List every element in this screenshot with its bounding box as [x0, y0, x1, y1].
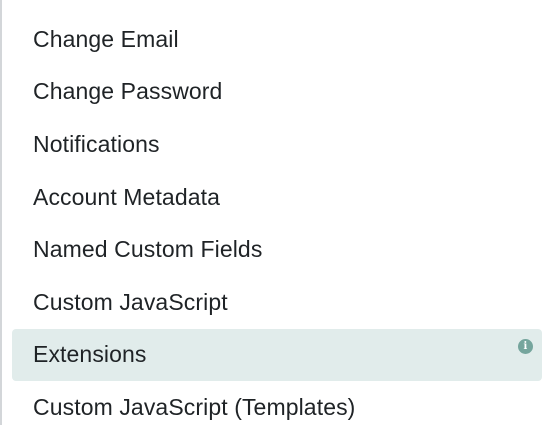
menu-item-label: Notifications: [33, 130, 160, 157]
menu-item-label: Account Metadata: [33, 183, 220, 210]
nav-rail-divider: [0, 0, 2, 425]
menu-item-extensions[interactable]: Extensions i: [12, 328, 542, 382]
menu-item-label: Extensions: [33, 341, 147, 368]
settings-menu: Change Email Change Password Notificatio…: [12, 13, 542, 425]
menu-item-label: Custom JavaScript (Templates): [33, 393, 356, 420]
menu-item-notifications[interactable]: Notifications: [12, 118, 542, 171]
menu-item-label: Custom JavaScript: [33, 288, 228, 315]
info-icon[interactable]: i: [518, 338, 533, 354]
menu-item-custom-javascript-templates[interactable]: Custom JavaScript (Templates): [12, 381, 542, 425]
menu-item-account-metadata[interactable]: Account Metadata: [12, 171, 542, 224]
menu-item-named-custom-fields[interactable]: Named Custom Fields: [12, 223, 542, 276]
menu-item-label: Change Password: [33, 78, 223, 105]
menu-item-change-email[interactable]: Change Email: [12, 13, 542, 66]
menu-item-label: Change Email: [33, 25, 179, 52]
menu-item-label: Named Custom Fields: [33, 236, 263, 263]
menu-item-change-password[interactable]: Change Password: [12, 66, 542, 119]
menu-item-custom-javascript[interactable]: Custom JavaScript: [12, 276, 542, 329]
